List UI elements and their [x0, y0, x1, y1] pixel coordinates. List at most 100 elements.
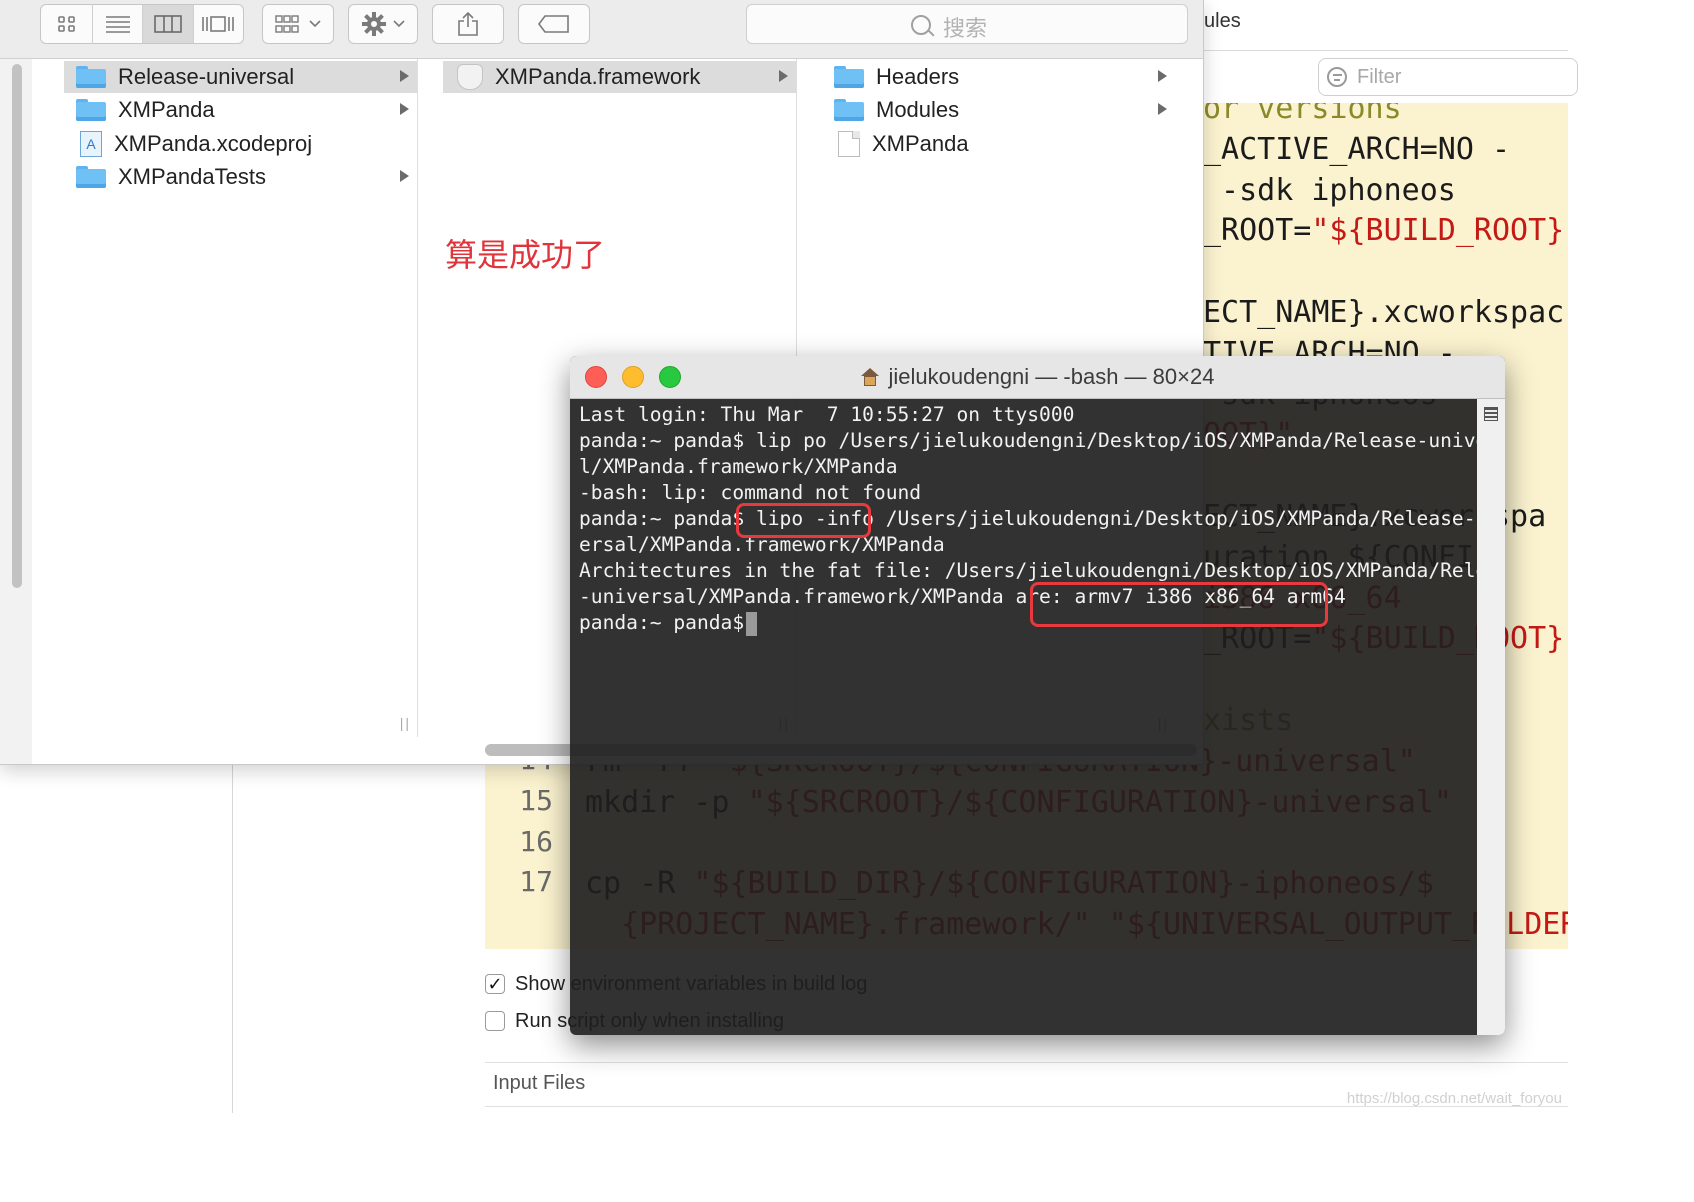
- build-rules-tab[interactable]: ules: [1204, 10, 1241, 33]
- column-resize-handle[interactable]: ||: [400, 715, 411, 731]
- chevron-down-icon: [309, 20, 321, 28]
- chevron-right-icon: [400, 70, 409, 82]
- chevron-down-icon: [393, 20, 405, 28]
- chevron-right-icon: [1158, 103, 1167, 116]
- xcode-tab-divider: [1204, 50, 1568, 51]
- gallery-view-button[interactable]: [194, 5, 243, 43]
- file-item-name: Release-universal: [118, 64, 295, 89]
- file-item[interactable]: Headers: [822, 61, 1175, 93]
- build-rules-tab-label: ules: [1204, 10, 1241, 32]
- terminal-line: Architectures in the fat file: /Users/ji…: [579, 559, 1505, 582]
- section-divider: [485, 1062, 1568, 1063]
- icon-view-button[interactable]: [41, 5, 94, 43]
- xcode-divider: [232, 760, 233, 1113]
- tag-icon: [538, 15, 569, 33]
- folder-icon: [76, 99, 106, 122]
- script-line: _ACTIVE_ARCH=NO -: [1203, 132, 1510, 167]
- highlight-lipo-command: [736, 503, 871, 538]
- scroll-menu-icon[interactable]: [1484, 407, 1498, 421]
- list-view-button[interactable]: [93, 5, 144, 43]
- list-view-icon: [105, 16, 130, 33]
- terminal-line: panda:~ panda$ lipo -info /Users/jieluko…: [579, 507, 1505, 530]
- terminal-scrollbar[interactable]: [1477, 399, 1505, 1035]
- terminal-line: -bash: lip: command not found: [579, 481, 922, 504]
- gear-icon: [362, 12, 386, 36]
- script-line-string: "${BUILD_ROOT}": [1311, 213, 1568, 249]
- gallery-view-icon: [202, 16, 235, 32]
- line-number: 17: [519, 865, 553, 899]
- script-line-text: -sdk iphoneos: [1203, 172, 1456, 208]
- file-item-name: XMPanda: [872, 130, 969, 156]
- finder-toolbar: 搜索: [0, 0, 1203, 59]
- home-icon: [860, 368, 879, 386]
- file-item[interactable]: Modules: [822, 94, 1175, 126]
- terminal-output[interactable]: Last login: Thu Mar 7 10:55:27 on ttys00…: [570, 399, 1505, 1035]
- folder-icon: [834, 99, 864, 122]
- file-item[interactable]: A XMPanda.xcodeproj: [64, 128, 417, 160]
- line-number: 15: [519, 783, 553, 817]
- file-item[interactable]: XMPanda: [64, 94, 417, 126]
- column-view-icon: [154, 15, 182, 33]
- file-item-name: XMPanda.framework: [495, 64, 701, 89]
- script-line-text: _ROOT=: [1203, 213, 1312, 249]
- share-button[interactable]: [432, 4, 504, 44]
- search-field[interactable]: 搜索: [746, 4, 1188, 44]
- sidebar-scrollbar[interactable]: [12, 64, 22, 588]
- input-files-header[interactable]: Input Files: [493, 1072, 585, 1095]
- file-item[interactable]: XMPanda.framework: [443, 61, 796, 93]
- group-by-menu-button[interactable]: [262, 4, 334, 44]
- search-placeholder: 搜索: [943, 16, 988, 41]
- xcodeproj-icon: A: [80, 130, 102, 157]
- icon-view-icon: [57, 16, 75, 32]
- folder-icon: [834, 66, 864, 88]
- folder-icon: [76, 165, 106, 188]
- edit-tags-button[interactable]: [518, 4, 590, 44]
- terminal-cursor: [746, 612, 757, 636]
- terminal-line: l/XMPanda.framework/XMPanda: [579, 455, 898, 478]
- group-grid-icon: [275, 15, 299, 33]
- show-env-vars-checkbox[interactable]: ✓: [485, 974, 505, 994]
- view-mode-segmented-control[interactable]: [40, 4, 244, 44]
- document-icon: [838, 130, 860, 157]
- script-line-text: ECT_NAME}.xcworkspac: [1203, 295, 1565, 330]
- terminal-window: jielukoudengni — -bash — 80×24 Last logi…: [570, 356, 1505, 1035]
- action-menu-button[interactable]: [348, 4, 418, 44]
- script-line: -sdk iphoneos: [1203, 173, 1456, 208]
- terminal-line: panda:~ panda$: [579, 611, 756, 634]
- script-line: or versions: [1203, 103, 1402, 126]
- folder-icon: [76, 66, 106, 88]
- column-view-button[interactable]: [143, 5, 194, 43]
- file-item-name: XMPandaTests: [118, 163, 266, 189]
- watermark: https://blog.csdn.net/wait_foryou: [1346, 1090, 1562, 1107]
- filter-icon: [1327, 67, 1347, 87]
- file-item[interactable]: Release-universal: [64, 61, 417, 93]
- file-item-name: Modules: [876, 97, 960, 123]
- script-line-text: _ACTIVE_ARCH=NO -: [1203, 131, 1511, 167]
- highlight-architectures: [1030, 582, 1328, 627]
- terminal-line: Last login: Thu Mar 7 10:55:27 on ttys00…: [579, 403, 1075, 426]
- filter-placeholder: Filter: [1357, 66, 1402, 88]
- chevron-right-icon: [779, 70, 788, 82]
- framework-icon: [457, 64, 483, 90]
- annotation-text: 算是成功了: [445, 236, 606, 274]
- search-icon: [911, 15, 931, 35]
- terminal-titlebar[interactable]: jielukoudengni — -bash — 80×24: [570, 356, 1505, 399]
- terminal-title: jielukoudengni — -bash — 80×24: [570, 364, 1505, 390]
- line-number: 16: [519, 824, 553, 858]
- terminal-line: panda:~ panda$ lip po /Users/jielukouden…: [579, 429, 1505, 452]
- terminal-title-text: jielukoudengni — -bash — 80×24: [888, 364, 1215, 389]
- file-item[interactable]: XMPandaTests: [64, 161, 417, 193]
- share-icon: [458, 11, 478, 36]
- chevron-right-icon: [1158, 70, 1167, 82]
- filter-input[interactable]: Filter: [1318, 58, 1578, 96]
- chevron-right-icon: [400, 169, 409, 182]
- file-item-name: XMPanda: [118, 97, 215, 123]
- chevron-right-icon: [400, 103, 409, 116]
- file-item[interactable]: XMPanda: [822, 128, 1175, 160]
- script-line-text: or versions: [1203, 103, 1402, 126]
- file-item-name: Headers: [876, 64, 960, 89]
- file-item-name: XMPanda.xcodeproj: [114, 130, 313, 156]
- script-line: _ROOT="${BUILD_ROOT}": [1203, 213, 1568, 248]
- finder-column-1: || Release-universal XMPanda A XMPanda.xcod…: [64, 59, 418, 737]
- run-only-installing-checkbox[interactable]: [485, 1011, 505, 1031]
